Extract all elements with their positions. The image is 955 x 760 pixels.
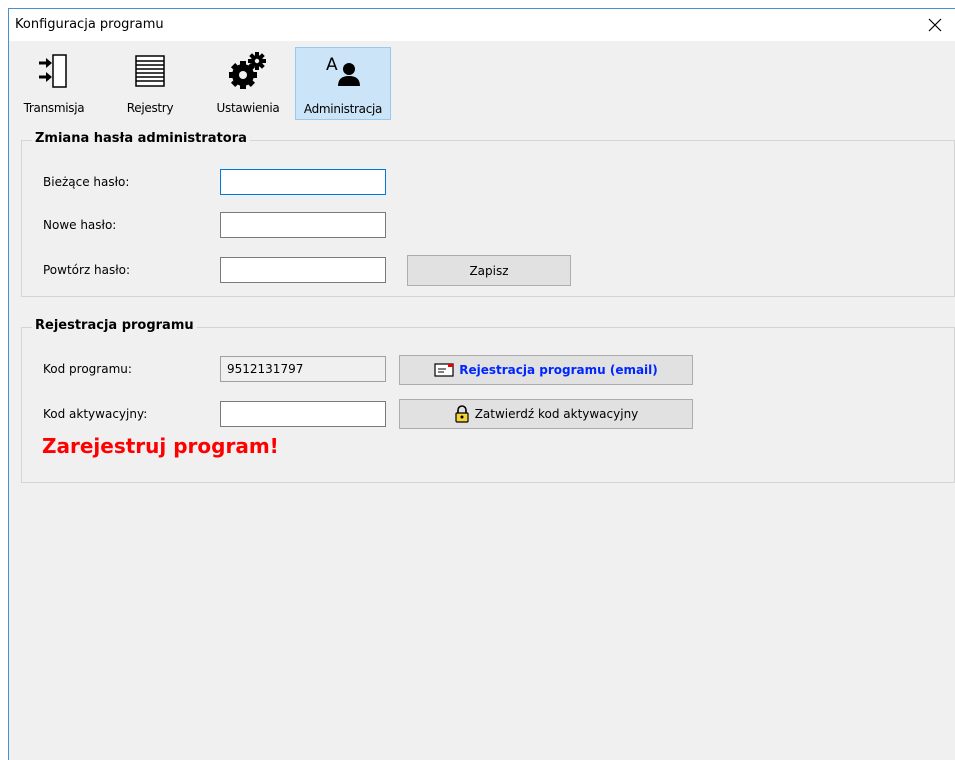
confirm-activation-button[interactable]: Zatwierdź kod aktywacyjny [399,399,693,429]
password-change-group: Zmiana hasła administratora Bieżące hasł… [21,131,955,297]
save-button[interactable]: Zapisz [407,255,571,286]
email-registration-label: Rejestracja programu (email) [459,363,658,377]
list-icon [135,55,165,87]
new-password-label: Nowe hasło: [43,218,117,232]
tab-administracja[interactable]: A Administracja [295,47,391,120]
registration-group: Rejestracja programu Kod programu: Rejes… [21,318,955,483]
toolbar: Transmisja Rejestry Ustawienia A Adminis… [9,41,955,127]
config-window: Konfiguracja programu Transmisja Rejestr… [8,8,955,760]
current-password-label: Bieżące hasło: [43,175,130,189]
tab-ustawienia[interactable]: Ustawienia [207,47,289,120]
svg-text:A: A [326,55,338,75]
save-button-label: Zapisz [469,263,509,278]
admin-user-icon: A [326,55,360,86]
close-button[interactable] [915,9,955,41]
registration-group-title: Rejestracja programu [32,318,197,333]
envelope-icon [434,363,454,377]
tab-transmisja[interactable]: Transmisja [17,47,91,120]
repeat-password-label: Powtórz hasło: [43,263,131,277]
register-warning: Zarejestruj program! [42,434,279,458]
close-icon [928,18,942,32]
program-code-field [220,356,386,382]
title-bar: Konfiguracja programu [9,9,955,41]
email-registration-button[interactable]: Rejestracja programu (email) [399,355,693,385]
tab-ustawienia-label: Ustawienia [216,101,280,115]
confirm-activation-label: Zatwierdź kod aktywacyjny [474,407,639,421]
gears-icon [229,52,266,89]
activation-code-label: Kod aktywacyjny: [43,407,148,421]
tab-rejestry[interactable]: Rejestry [113,47,187,120]
current-password-input[interactable] [220,169,386,195]
program-code-label: Kod programu: [43,362,132,376]
tab-rejestry-label: Rejestry [126,101,174,115]
padlock-icon [455,405,469,423]
new-password-input[interactable] [220,212,386,238]
tab-transmisja-label: Transmisja [23,101,85,115]
tab-administracja-label: Administracja [303,102,383,116]
transfer-icon [39,54,67,88]
activation-code-input[interactable] [220,401,386,427]
window-title: Konfiguracja programu [15,17,164,32]
repeat-password-input[interactable] [220,257,386,283]
password-group-title: Zmiana hasła administratora [32,131,250,146]
